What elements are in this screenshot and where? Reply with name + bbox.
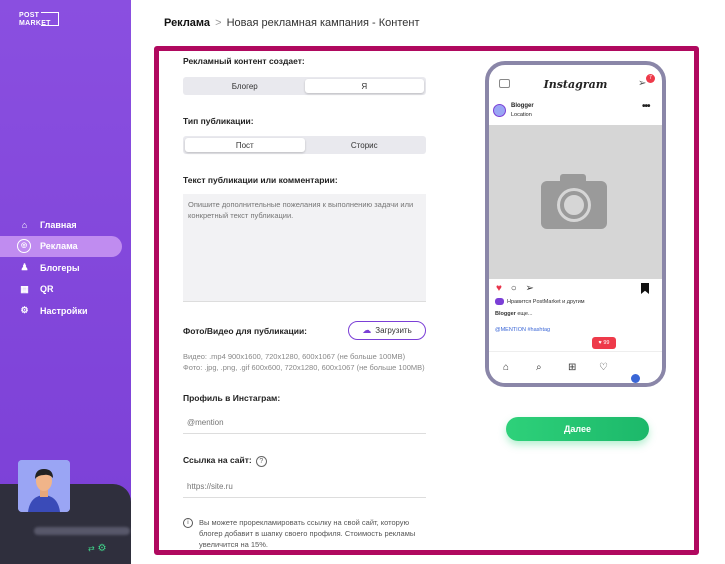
comment-icon: ○ <box>510 283 517 294</box>
publication-text-input[interactable] <box>183 194 426 302</box>
creator-option-blogger[interactable]: Блогер <box>185 79 305 93</box>
media-hint-photo: Фото: .jpg, .png, .gif 600x600, 720x1280… <box>183 363 425 372</box>
home-tab-icon: ⌂ <box>503 362 510 373</box>
post-actions: ♥ ○ ➢ <box>496 283 656 295</box>
search-tab-icon: ⌕ <box>536 362 542 373</box>
qr-icon: ▦ <box>20 283 29 294</box>
settings-gear-icon[interactable]: ⚙ <box>97 543 106 554</box>
help-icon[interactable]: ? <box>255 456 267 467</box>
sidebar: POST MARKET ⌂ Главная ◎ Реклама ♟ Блогеры ▦ QR ⚙… <box>0 0 131 564</box>
breadcrumb-separator: > <box>215 17 222 29</box>
upload-label: Загрузить <box>375 326 412 335</box>
home-icon: ⌂ <box>21 219 28 230</box>
people-icon: ♟ <box>20 262 29 273</box>
like-notification: ♥ 99 <box>592 337 616 349</box>
site-label-row: Ссылка на сайт:? <box>183 455 267 467</box>
caption-row: Blogger еще... <box>495 311 532 317</box>
switch-icon[interactable]: ⇄ <box>88 544 95 553</box>
site-input[interactable] <box>183 475 426 498</box>
avatar[interactable] <box>18 460 70 512</box>
caption-tags: @MENTION #hashtag <box>495 327 551 333</box>
text-label: Текст публикации или комментарии: <box>183 175 338 185</box>
heart-tab-icon: ♡ <box>599 362 608 373</box>
creator-option-me[interactable]: Я <box>304 79 424 93</box>
ig-notification-badge: 7 <box>646 74 655 83</box>
pubtype-option-post[interactable]: Пост <box>185 138 305 152</box>
info-text: Вы можете прорекламировать ссылку на сво… <box>199 518 416 549</box>
add-tab-icon: ⊞ <box>568 362 577 373</box>
more-options-icon: ••• <box>642 101 650 112</box>
post-location: Location <box>511 112 532 118</box>
pubtype-option-stories[interactable]: Сторис <box>305 138 425 152</box>
cloud-upload-icon: ☁ <box>362 325 372 335</box>
ig-header: Instagram ➢ 7 <box>489 65 662 97</box>
next-button[interactable]: Далее <box>506 417 649 441</box>
camera-icon <box>541 174 607 229</box>
info-note: i Вы можете прорекламировать ссылку на с… <box>183 517 428 550</box>
footer-icons: ⇄ ⚙ <box>88 543 106 554</box>
ig-logo: Instagram <box>543 78 608 91</box>
media-hint-video: Видео: .mp4 900x1600, 720x1280, 600x1067… <box>183 352 406 361</box>
sidebar-item-4[interactable]: ⚙ Настройки <box>0 300 131 322</box>
post-image-placeholder <box>489 125 662 279</box>
info-icon: i <box>183 518 193 528</box>
site-label: Ссылка на сайт: <box>183 455 252 465</box>
user-email <box>34 527 130 535</box>
likes-text: Нравится PostMarket и другим <box>507 298 585 305</box>
liker-avatar <box>495 298 504 305</box>
pubtype-toggle: Пост Сторис <box>183 136 426 154</box>
caption-more: еще... <box>517 311 533 317</box>
caption-name: Blogger <box>495 311 516 317</box>
post-avatar <box>493 104 506 117</box>
sidebar-item-3[interactable]: ▦ QR <box>0 279 131 301</box>
instagram-preview: Instagram ➢ 7 Blogger Location ••• ♥ ○ ➢… <box>485 61 666 387</box>
like-heart-icon: ♥ <box>496 283 502 294</box>
share-icon: ➢ <box>525 283 534 294</box>
avatar-person-icon <box>18 460 70 512</box>
sidebar-item-label: Главная <box>40 219 77 230</box>
content-frame: Рекламный контент создает: Блогер Я Тип … <box>154 46 699 555</box>
instagram-input[interactable] <box>183 411 426 434</box>
gear-icon: ⚙ <box>20 305 29 316</box>
sidebar-item-label: QR <box>40 284 54 295</box>
media-label: Фото/Видео для публикации: <box>183 326 308 336</box>
ig-direct-icon: ➢ <box>638 78 647 89</box>
sidebar-item-0[interactable]: ⌂ Главная <box>0 214 131 236</box>
sidebar-nav: ⌂ Главная ◎ Реклама ♟ Блогеры ▦ QR ⚙ Настройки <box>0 214 131 322</box>
pubtype-label: Тип публикации: <box>183 116 254 126</box>
breadcrumb-current: Новая рекламная кампания - Контент <box>226 17 420 29</box>
sidebar-item-2[interactable]: ♟ Блогеры <box>0 257 131 279</box>
creator-toggle: Блогер Я <box>183 77 426 95</box>
creator-label: Рекламный контент создает: <box>183 56 305 66</box>
sidebar-item-1[interactable]: ◎ Реклама <box>0 235 122 257</box>
post-blogger-name: Blogger <box>511 103 534 109</box>
instagram-label: Профиль в Инстаграм: <box>183 393 281 403</box>
logo-mark <box>41 12 59 26</box>
sidebar-item-label: Блогеры <box>40 262 80 273</box>
sidebar-item-label: Реклама <box>40 241 78 252</box>
sidebar-item-label: Настройки <box>40 305 88 316</box>
upload-button[interactable]: ☁ Загрузить <box>348 321 426 340</box>
breadcrumb: Реклама > Новая рекламная кампания - Кон… <box>164 17 420 29</box>
ig-tabbar: ⌂ ⌕ ⊞ ♡ <box>489 351 662 383</box>
instagram-icon: ◎ <box>17 239 31 254</box>
breadcrumb-root[interactable]: Реклама <box>164 17 210 29</box>
likes-row: Нравится PostMarket и другим <box>495 298 585 305</box>
